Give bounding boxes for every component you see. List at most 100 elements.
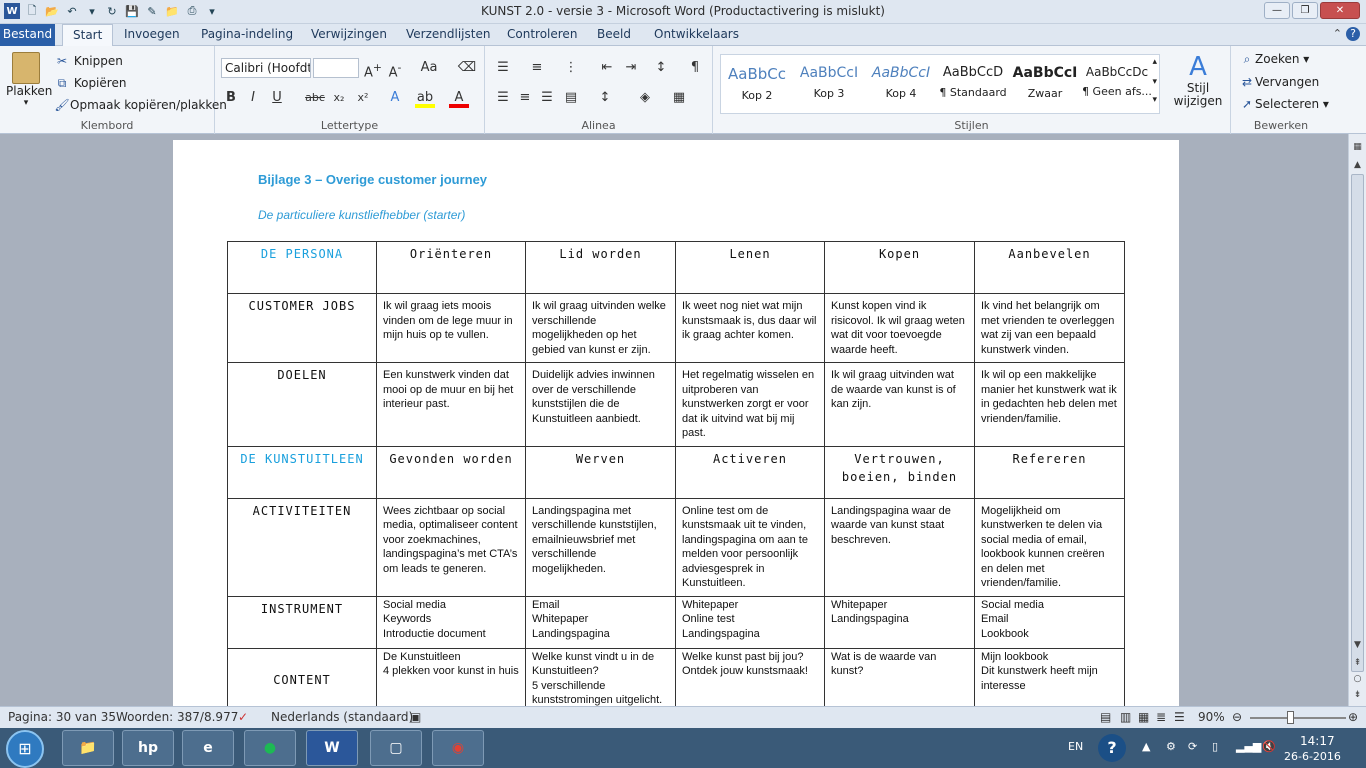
view-reading-icon[interactable]: ▥ bbox=[1120, 710, 1131, 724]
zoom-out-icon[interactable]: ⊖ bbox=[1232, 710, 1242, 724]
device-tray-icon[interactable]: ▯ bbox=[1212, 740, 1218, 753]
scroll-thumb[interactable] bbox=[1351, 174, 1364, 672]
styles-more-icon[interactable]: ▾ bbox=[1152, 95, 1157, 105]
tab-invoegen[interactable]: Invoegen bbox=[124, 27, 180, 41]
vertical-scrollbar[interactable]: ▦ ▲ ▼ ⇞ ○ ⇟ bbox=[1348, 134, 1366, 706]
maximize-button[interactable]: ❐ bbox=[1292, 2, 1318, 19]
tab-start[interactable]: Start bbox=[62, 24, 114, 47]
scroll-down-icon[interactable]: ▼ bbox=[1351, 640, 1364, 654]
volume-muted-icon[interactable]: 🔇 bbox=[1262, 740, 1276, 753]
strikethrough-icon[interactable]: abc bbox=[305, 88, 325, 108]
numbering-icon[interactable]: ≡ bbox=[527, 58, 547, 78]
language-status[interactable]: Nederlands (standaard) bbox=[271, 710, 413, 724]
find-button[interactable]: ⌕ Zoeken ▾ bbox=[1239, 52, 1310, 68]
decrease-indent-icon[interactable]: ⇤ bbox=[597, 58, 617, 78]
bold-icon[interactable]: B bbox=[221, 88, 241, 108]
tab-controleren[interactable]: Controleren bbox=[507, 27, 577, 41]
proofing-icon[interactable]: ✓ bbox=[238, 710, 248, 724]
style-standaard[interactable]: AaBbCcD ¶ Standaard bbox=[937, 55, 1009, 113]
previous-page-icon[interactable]: ⇞ bbox=[1351, 658, 1364, 672]
font-color-icon[interactable]: A bbox=[449, 88, 469, 108]
explorer-taskbar-icon[interactable]: 📁 bbox=[62, 730, 114, 766]
shading-icon[interactable]: ◈ bbox=[635, 88, 655, 108]
network-icon[interactable]: ▂▄▆ bbox=[1236, 740, 1261, 753]
italic-icon[interactable]: I bbox=[243, 88, 263, 108]
copy-button[interactable]: ⧉ Kopiëren bbox=[54, 76, 127, 92]
tab-verzendlijsten[interactable]: Verzendlijsten bbox=[406, 27, 490, 41]
multilevel-list-icon[interactable]: ⋮ bbox=[561, 58, 581, 78]
chrome-taskbar-icon[interactable]: ◉ bbox=[432, 730, 484, 766]
increase-indent-icon[interactable]: ⇥ bbox=[621, 58, 641, 78]
align-center-icon[interactable]: ≡ bbox=[515, 88, 535, 108]
select-button[interactable]: ➚ Selecteren ▾ bbox=[1239, 97, 1329, 113]
hp-taskbar-icon[interactable]: hp bbox=[122, 730, 174, 766]
text-effects-icon[interactable]: A bbox=[385, 88, 405, 108]
format-painter-button[interactable]: 🖌Opmaak kopiëren/plakken bbox=[54, 98, 227, 114]
change-styles-button[interactable]: A Stijl wijzigen bbox=[1169, 52, 1227, 108]
grow-font-icon[interactable]: A+ bbox=[363, 58, 383, 80]
subscript-icon[interactable]: x₂ bbox=[329, 88, 349, 108]
document-page[interactable]: Bijlage 3 – Overige customer journey De … bbox=[173, 140, 1179, 714]
paste-button[interactable]: Plakken ▾ bbox=[6, 52, 52, 108]
justify-icon[interactable]: ▤ bbox=[561, 88, 581, 108]
highlight-icon[interactable]: ab bbox=[415, 88, 435, 108]
start-button[interactable]: ⊞ bbox=[6, 730, 44, 768]
close-button[interactable]: ✕ bbox=[1320, 2, 1360, 19]
tab-bestand[interactable]: Bestand bbox=[0, 24, 55, 46]
clock-time[interactable]: 14:17 bbox=[1300, 734, 1335, 748]
tab-verwijzingen[interactable]: Verwijzingen bbox=[311, 27, 387, 41]
input-language[interactable]: EN bbox=[1068, 740, 1083, 753]
zoom-in-icon[interactable]: ⊕ bbox=[1348, 710, 1358, 724]
help-icon[interactable]: ? bbox=[1346, 27, 1360, 41]
style-kop4[interactable]: AaBbCcI Kop 4 bbox=[865, 55, 937, 113]
superscript-icon[interactable]: x² bbox=[353, 88, 373, 108]
borders-icon[interactable]: ▦ bbox=[669, 88, 689, 108]
clock-date[interactable]: 26-6-2016 bbox=[1284, 750, 1341, 763]
spotify-taskbar-icon[interactable]: ● bbox=[244, 730, 296, 766]
word-taskbar-icon[interactable]: W bbox=[306, 730, 358, 766]
view-draft-icon[interactable]: ☰ bbox=[1174, 710, 1185, 724]
zoom-slider[interactable] bbox=[1250, 717, 1346, 719]
view-outline-icon[interactable]: ≣ bbox=[1156, 710, 1166, 724]
scroll-up-icon[interactable]: ▲ bbox=[1351, 160, 1364, 174]
paste-dropdown-icon[interactable]: ▾ bbox=[6, 98, 46, 108]
next-page-icon[interactable]: ⇟ bbox=[1351, 690, 1364, 704]
change-case-icon[interactable]: Aa bbox=[419, 58, 439, 78]
align-right-icon[interactable]: ☰ bbox=[537, 88, 557, 108]
macro-icon[interactable]: ▣ bbox=[410, 710, 421, 724]
settings-tray-icon[interactable]: ⚙ bbox=[1166, 740, 1176, 753]
view-web-icon[interactable]: ▦ bbox=[1138, 710, 1149, 724]
style-kop2[interactable]: AaBbCc Kop 2 bbox=[721, 55, 793, 113]
style-zwaar[interactable]: AaBbCcI Zwaar bbox=[1009, 55, 1081, 113]
zoom-level[interactable]: 90% bbox=[1198, 710, 1225, 724]
app-taskbar-icon[interactable]: ▢ bbox=[370, 730, 422, 766]
tab-beeld[interactable]: Beeld bbox=[597, 27, 631, 41]
browse-object-icon[interactable]: ○ bbox=[1351, 674, 1364, 688]
internet-explorer-taskbar-icon[interactable]: e bbox=[182, 730, 234, 766]
line-spacing-icon[interactable]: ↕ bbox=[595, 88, 615, 108]
styles-scroll-up-icon[interactable]: ▴ bbox=[1152, 57, 1157, 67]
view-print-layout-icon[interactable]: ▤ bbox=[1100, 710, 1111, 724]
style-geen-afstand[interactable]: AaBbCcDc ¶ Geen afs... bbox=[1081, 55, 1153, 113]
clear-formatting-icon[interactable]: ⌫ bbox=[457, 58, 477, 78]
styles-scroll-down-icon[interactable]: ▾ bbox=[1152, 77, 1157, 87]
font-size-combo[interactable] bbox=[313, 58, 359, 78]
font-name-combo[interactable]: Calibri (Hoofdt bbox=[221, 58, 311, 78]
bullets-icon[interactable]: ☰ bbox=[493, 58, 513, 78]
zoom-slider-thumb[interactable] bbox=[1287, 711, 1294, 724]
style-kop3[interactable]: AaBbCcI Kop 3 bbox=[793, 55, 865, 113]
help-tray-icon[interactable]: ? bbox=[1098, 734, 1126, 762]
tab-ontwikkelaars[interactable]: Ontwikkelaars bbox=[654, 27, 739, 41]
cut-button[interactable]: ✂ Knippen bbox=[54, 54, 123, 70]
word-count[interactable]: Woorden: 387/8.977 bbox=[116, 710, 238, 724]
show-hidden-icons-icon[interactable]: ▲ bbox=[1142, 740, 1150, 753]
shrink-font-icon[interactable]: A- bbox=[385, 58, 405, 80]
collapse-ribbon-icon[interactable]: ⌃ bbox=[1333, 27, 1342, 40]
sync-tray-icon[interactable]: ⟳ bbox=[1188, 740, 1197, 753]
sort-icon[interactable]: ↕ bbox=[651, 58, 671, 78]
pilcrow-icon[interactable]: ¶ bbox=[685, 58, 705, 78]
ruler-toggle-icon[interactable]: ▦ bbox=[1351, 142, 1364, 156]
replace-button[interactable]: ⇄ Vervangen bbox=[1239, 75, 1319, 91]
page-count[interactable]: Pagina: 30 van 35 bbox=[8, 710, 116, 724]
tab-pagina-indeling[interactable]: Pagina-indeling bbox=[201, 27, 293, 41]
